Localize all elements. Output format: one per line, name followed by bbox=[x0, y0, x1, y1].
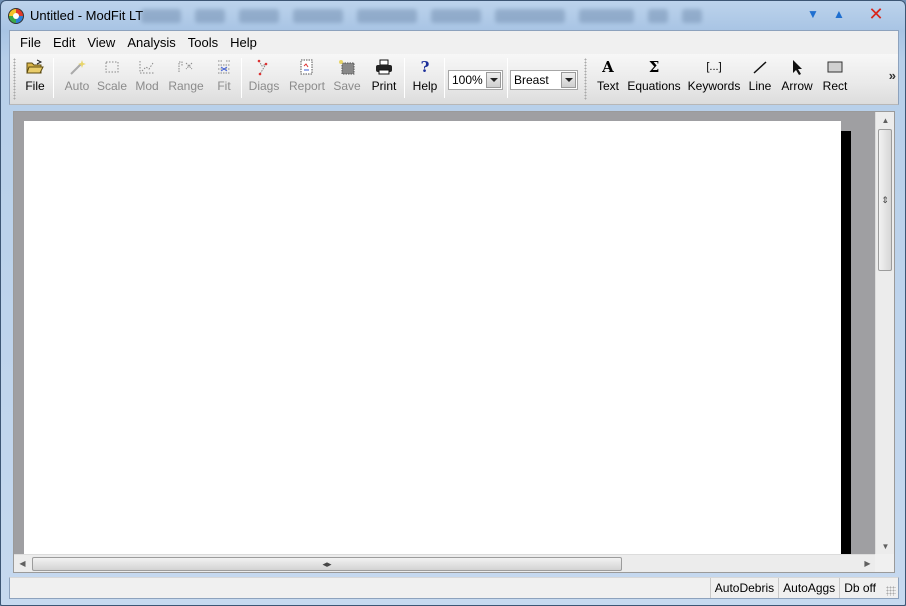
title-bar[interactable]: Untitled - ModFit LT ▼ ▲ ✕ bbox=[1, 1, 905, 30]
maximize-button[interactable]: ▲ bbox=[827, 4, 851, 24]
arrow-tool-button[interactable]: Arrow bbox=[781, 56, 813, 102]
resize-grip-icon[interactable] bbox=[886, 586, 896, 596]
grip-leftright-icon: ◂▸ bbox=[322, 558, 332, 569]
window-title: Untitled - ModFit LT bbox=[30, 8, 144, 23]
toolbar-separator bbox=[444, 58, 445, 98]
close-button[interactable]: ✕ bbox=[864, 4, 888, 24]
status-bar: AutoDebris AutoAggs Db off bbox=[9, 577, 899, 599]
help-icon: ? bbox=[420, 58, 430, 76]
toolbar-overflow-icon[interactable]: » bbox=[889, 68, 896, 83]
magic-wand-icon bbox=[68, 56, 86, 78]
zoom-value: 100% bbox=[452, 73, 483, 87]
diags-button[interactable]: Diags bbox=[249, 56, 279, 102]
scale-button[interactable]: Scale bbox=[96, 56, 128, 102]
horizontal-scroll-thumb[interactable]: ◂▸ bbox=[32, 557, 622, 571]
document-canvas[interactable] bbox=[14, 112, 876, 555]
menu-bar: File Edit View Analysis Tools Help bbox=[9, 30, 899, 54]
close-icon: ✕ bbox=[868, 3, 884, 24]
auto-button[interactable]: Auto bbox=[62, 56, 92, 102]
vertical-scrollbar[interactable]: ▲ ⇕ ▼ bbox=[875, 112, 894, 555]
scroll-down-icon[interactable]: ▼ bbox=[877, 538, 894, 555]
toolbar-separator bbox=[241, 58, 242, 98]
toolbar-grip[interactable] bbox=[584, 58, 587, 100]
text-tool-button[interactable]: A Text bbox=[595, 56, 621, 102]
menu-file[interactable]: File bbox=[14, 32, 47, 54]
menu-edit[interactable]: Edit bbox=[47, 32, 81, 54]
chevron-down-icon[interactable] bbox=[561, 72, 576, 88]
file-button[interactable]: File bbox=[22, 56, 48, 102]
text-icon: A bbox=[602, 58, 614, 76]
menu-help[interactable]: Help bbox=[224, 32, 263, 54]
menu-analysis[interactable]: Analysis bbox=[121, 32, 181, 54]
horizontal-scrollbar[interactable]: ◀ ◂▸ ▶ bbox=[14, 554, 876, 572]
scroll-right-icon[interactable]: ▶ bbox=[859, 555, 876, 572]
status-autodebris: AutoDebris bbox=[709, 578, 778, 598]
keywords-icon: [...] bbox=[706, 61, 722, 73]
save-button[interactable]: Save bbox=[333, 56, 361, 102]
help-button[interactable]: ? Help bbox=[412, 56, 438, 102]
scroll-corner bbox=[875, 554, 894, 572]
save-icon bbox=[338, 56, 356, 78]
tissue-select[interactable]: Breast bbox=[510, 70, 578, 90]
line-icon bbox=[752, 56, 768, 78]
menu-tools[interactable]: Tools bbox=[182, 32, 224, 54]
toolbar-separator bbox=[507, 58, 508, 98]
print-button[interactable]: Print bbox=[370, 56, 398, 102]
fit-icon bbox=[216, 56, 232, 78]
rectangle-icon bbox=[827, 56, 843, 78]
report-icon bbox=[300, 56, 314, 78]
vertical-scroll-thumb[interactable]: ⇕ bbox=[878, 129, 892, 271]
background-window-toolbar bbox=[141, 5, 761, 27]
app-window: Untitled - ModFit LT ▼ ▲ ✕ File Edit Vie… bbox=[0, 0, 906, 606]
status-db: Db off bbox=[839, 578, 880, 598]
scroll-left-icon[interactable]: ◀ bbox=[14, 555, 31, 572]
maximize-icon: ▲ bbox=[833, 7, 845, 21]
status-autoaggs: AutoAggs bbox=[778, 578, 839, 598]
report-page[interactable] bbox=[24, 121, 841, 555]
toolbar-separator bbox=[404, 58, 405, 98]
main-toolbar: File Auto Scale Mod Range Fit Diags Repo… bbox=[9, 54, 899, 105]
printer-icon bbox=[375, 56, 393, 78]
app-logo-icon[interactable] bbox=[8, 8, 24, 24]
zoom-select[interactable]: 100% bbox=[448, 70, 503, 90]
tissue-value: Breast bbox=[514, 73, 549, 87]
minimize-button[interactable]: ▼ bbox=[801, 4, 825, 24]
minimize-icon: ▼ bbox=[807, 7, 819, 21]
scroll-up-icon[interactable]: ▲ bbox=[877, 112, 894, 129]
toolbar-grip[interactable] bbox=[13, 58, 16, 100]
diagnostics-icon bbox=[255, 56, 273, 78]
model-icon bbox=[138, 56, 156, 78]
scale-icon bbox=[104, 56, 120, 78]
chevron-down-icon[interactable] bbox=[486, 72, 501, 88]
grip-updown-icon: ⇕ bbox=[881, 194, 889, 205]
report-button[interactable]: Report bbox=[289, 56, 325, 102]
mod-button[interactable]: Mod bbox=[134, 56, 160, 102]
fit-button[interactable]: Fit bbox=[214, 56, 234, 102]
page-shadow bbox=[841, 131, 851, 555]
arrow-pointer-icon bbox=[790, 56, 804, 78]
keywords-tool-button[interactable]: [...] Keywords bbox=[688, 56, 741, 102]
line-tool-button[interactable]: Line bbox=[747, 56, 773, 102]
toolbar-separator bbox=[53, 58, 54, 98]
menu-view[interactable]: View bbox=[81, 32, 121, 54]
document-area: ▲ ⇕ ▼ ◀ ◂▸ ▶ bbox=[13, 111, 895, 573]
range-icon bbox=[177, 56, 195, 78]
range-button[interactable]: Range bbox=[168, 56, 204, 102]
folder-open-icon bbox=[26, 56, 44, 78]
sigma-icon: Σ bbox=[648, 58, 660, 76]
rect-tool-button[interactable]: Rect bbox=[822, 56, 848, 102]
equations-tool-button[interactable]: Σ Equations bbox=[627, 56, 680, 102]
